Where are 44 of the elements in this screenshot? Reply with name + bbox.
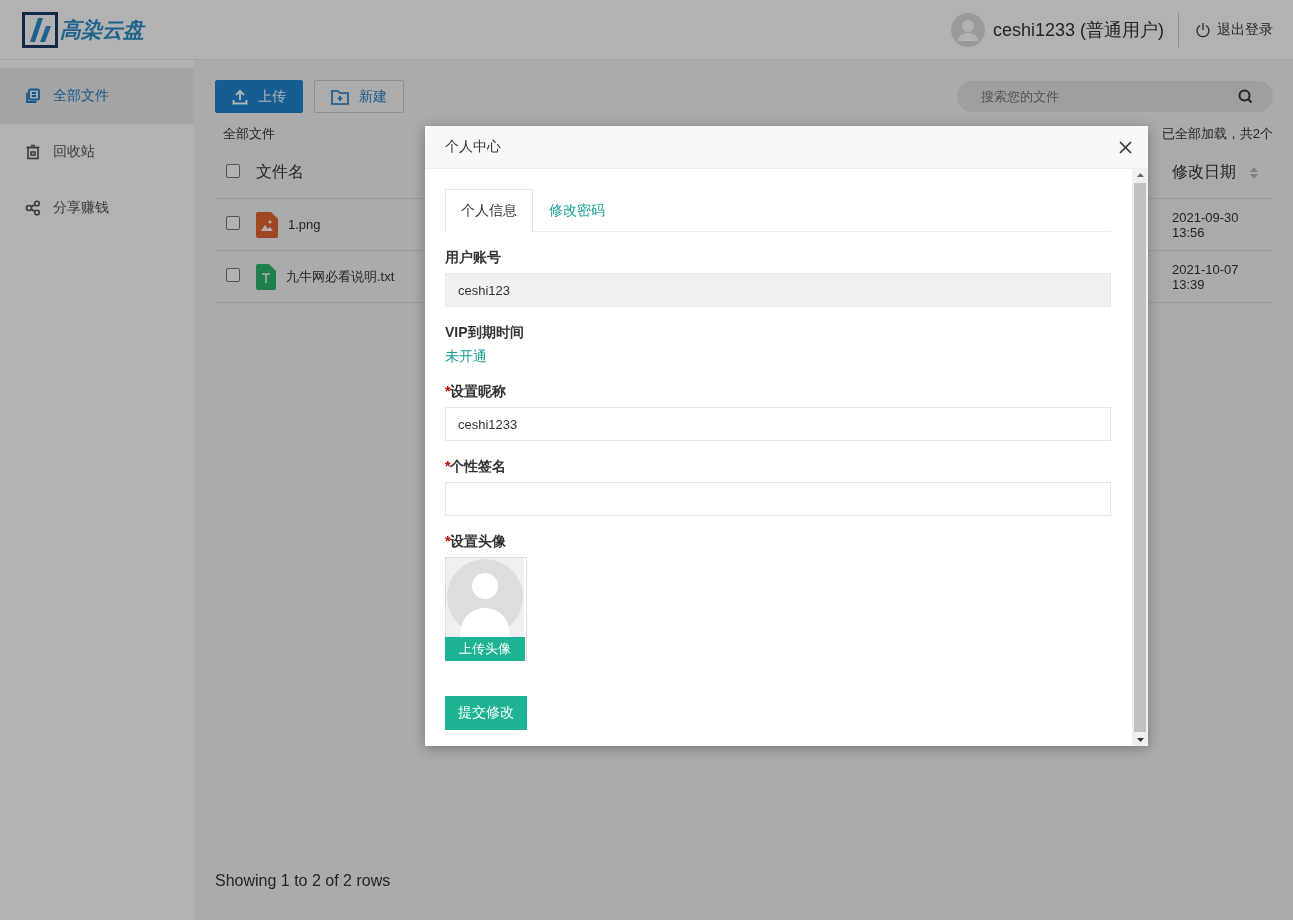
field-label: *个性签名 [445, 458, 508, 476]
row-checkbox[interactable] [226, 268, 240, 282]
input-field[interactable] [445, 482, 1111, 516]
pagination-info: Showing 1 to 2 of 2 rows [215, 872, 392, 890]
share-icon [25, 200, 41, 216]
scroll-up-icon[interactable] [1136, 173, 1144, 177]
logo-icon [22, 11, 58, 48]
sidebar-item[interactable]: 分享赚钱 [0, 180, 194, 236]
scroll-down-icon[interactable] [1136, 738, 1144, 742]
close-icon [1119, 141, 1132, 154]
field-label: *设置昵称 [445, 383, 508, 401]
text-file-icon [256, 263, 276, 290]
field-label: 用户账号 [445, 249, 502, 267]
date-cell: 2021-09-30 13:56 [1171, 198, 1273, 251]
avatar-icon [950, 12, 985, 47]
file-name[interactable]: 九牛网必看说明.txt [286, 267, 395, 286]
breadcrumb[interactable]: 全部文件 [223, 125, 275, 143]
trash-icon [25, 144, 41, 160]
upload-button[interactable]: 上传 [215, 80, 303, 113]
search-field[interactable]: 搜索您的文件 [979, 88, 1238, 105]
user-name[interactable]: ceshi1233 (普通用户) [992, 17, 1164, 42]
image-file-icon [256, 211, 278, 238]
tab[interactable]: 个人信息 [445, 189, 533, 232]
sidebar-item[interactable]: 回收站 [0, 124, 194, 180]
field-label: *设置头像 [445, 533, 508, 551]
search-icon[interactable] [1238, 89, 1253, 104]
upload-icon [232, 88, 248, 105]
load-status: 已全部加载，共2个 [1161, 125, 1273, 143]
logout-link[interactable]: 退出登录 [1195, 20, 1273, 39]
select-all-checkbox[interactable] [226, 163, 240, 178]
power-icon [1195, 21, 1211, 38]
field-label: VIP到期时间 [445, 324, 525, 342]
files-icon [25, 88, 41, 104]
logo-text: 高染云盘 [60, 16, 144, 43]
column-header[interactable]: 修改日期 [1172, 163, 1236, 180]
search-bar[interactable]: 搜索您的文件 [957, 81, 1273, 112]
folder-plus-icon [331, 88, 349, 105]
input-field[interactable]: ceshi1233 [445, 407, 1111, 441]
row-checkbox[interactable] [226, 216, 240, 230]
vip-status: 未开通 [445, 348, 488, 366]
scrollbar[interactable] [1132, 169, 1148, 746]
file-name[interactable]: 1.png [288, 217, 321, 232]
account-field[interactable]: ceshi123 [445, 273, 1111, 307]
date-cell: 2021-10-07 13:39 [1171, 250, 1273, 303]
